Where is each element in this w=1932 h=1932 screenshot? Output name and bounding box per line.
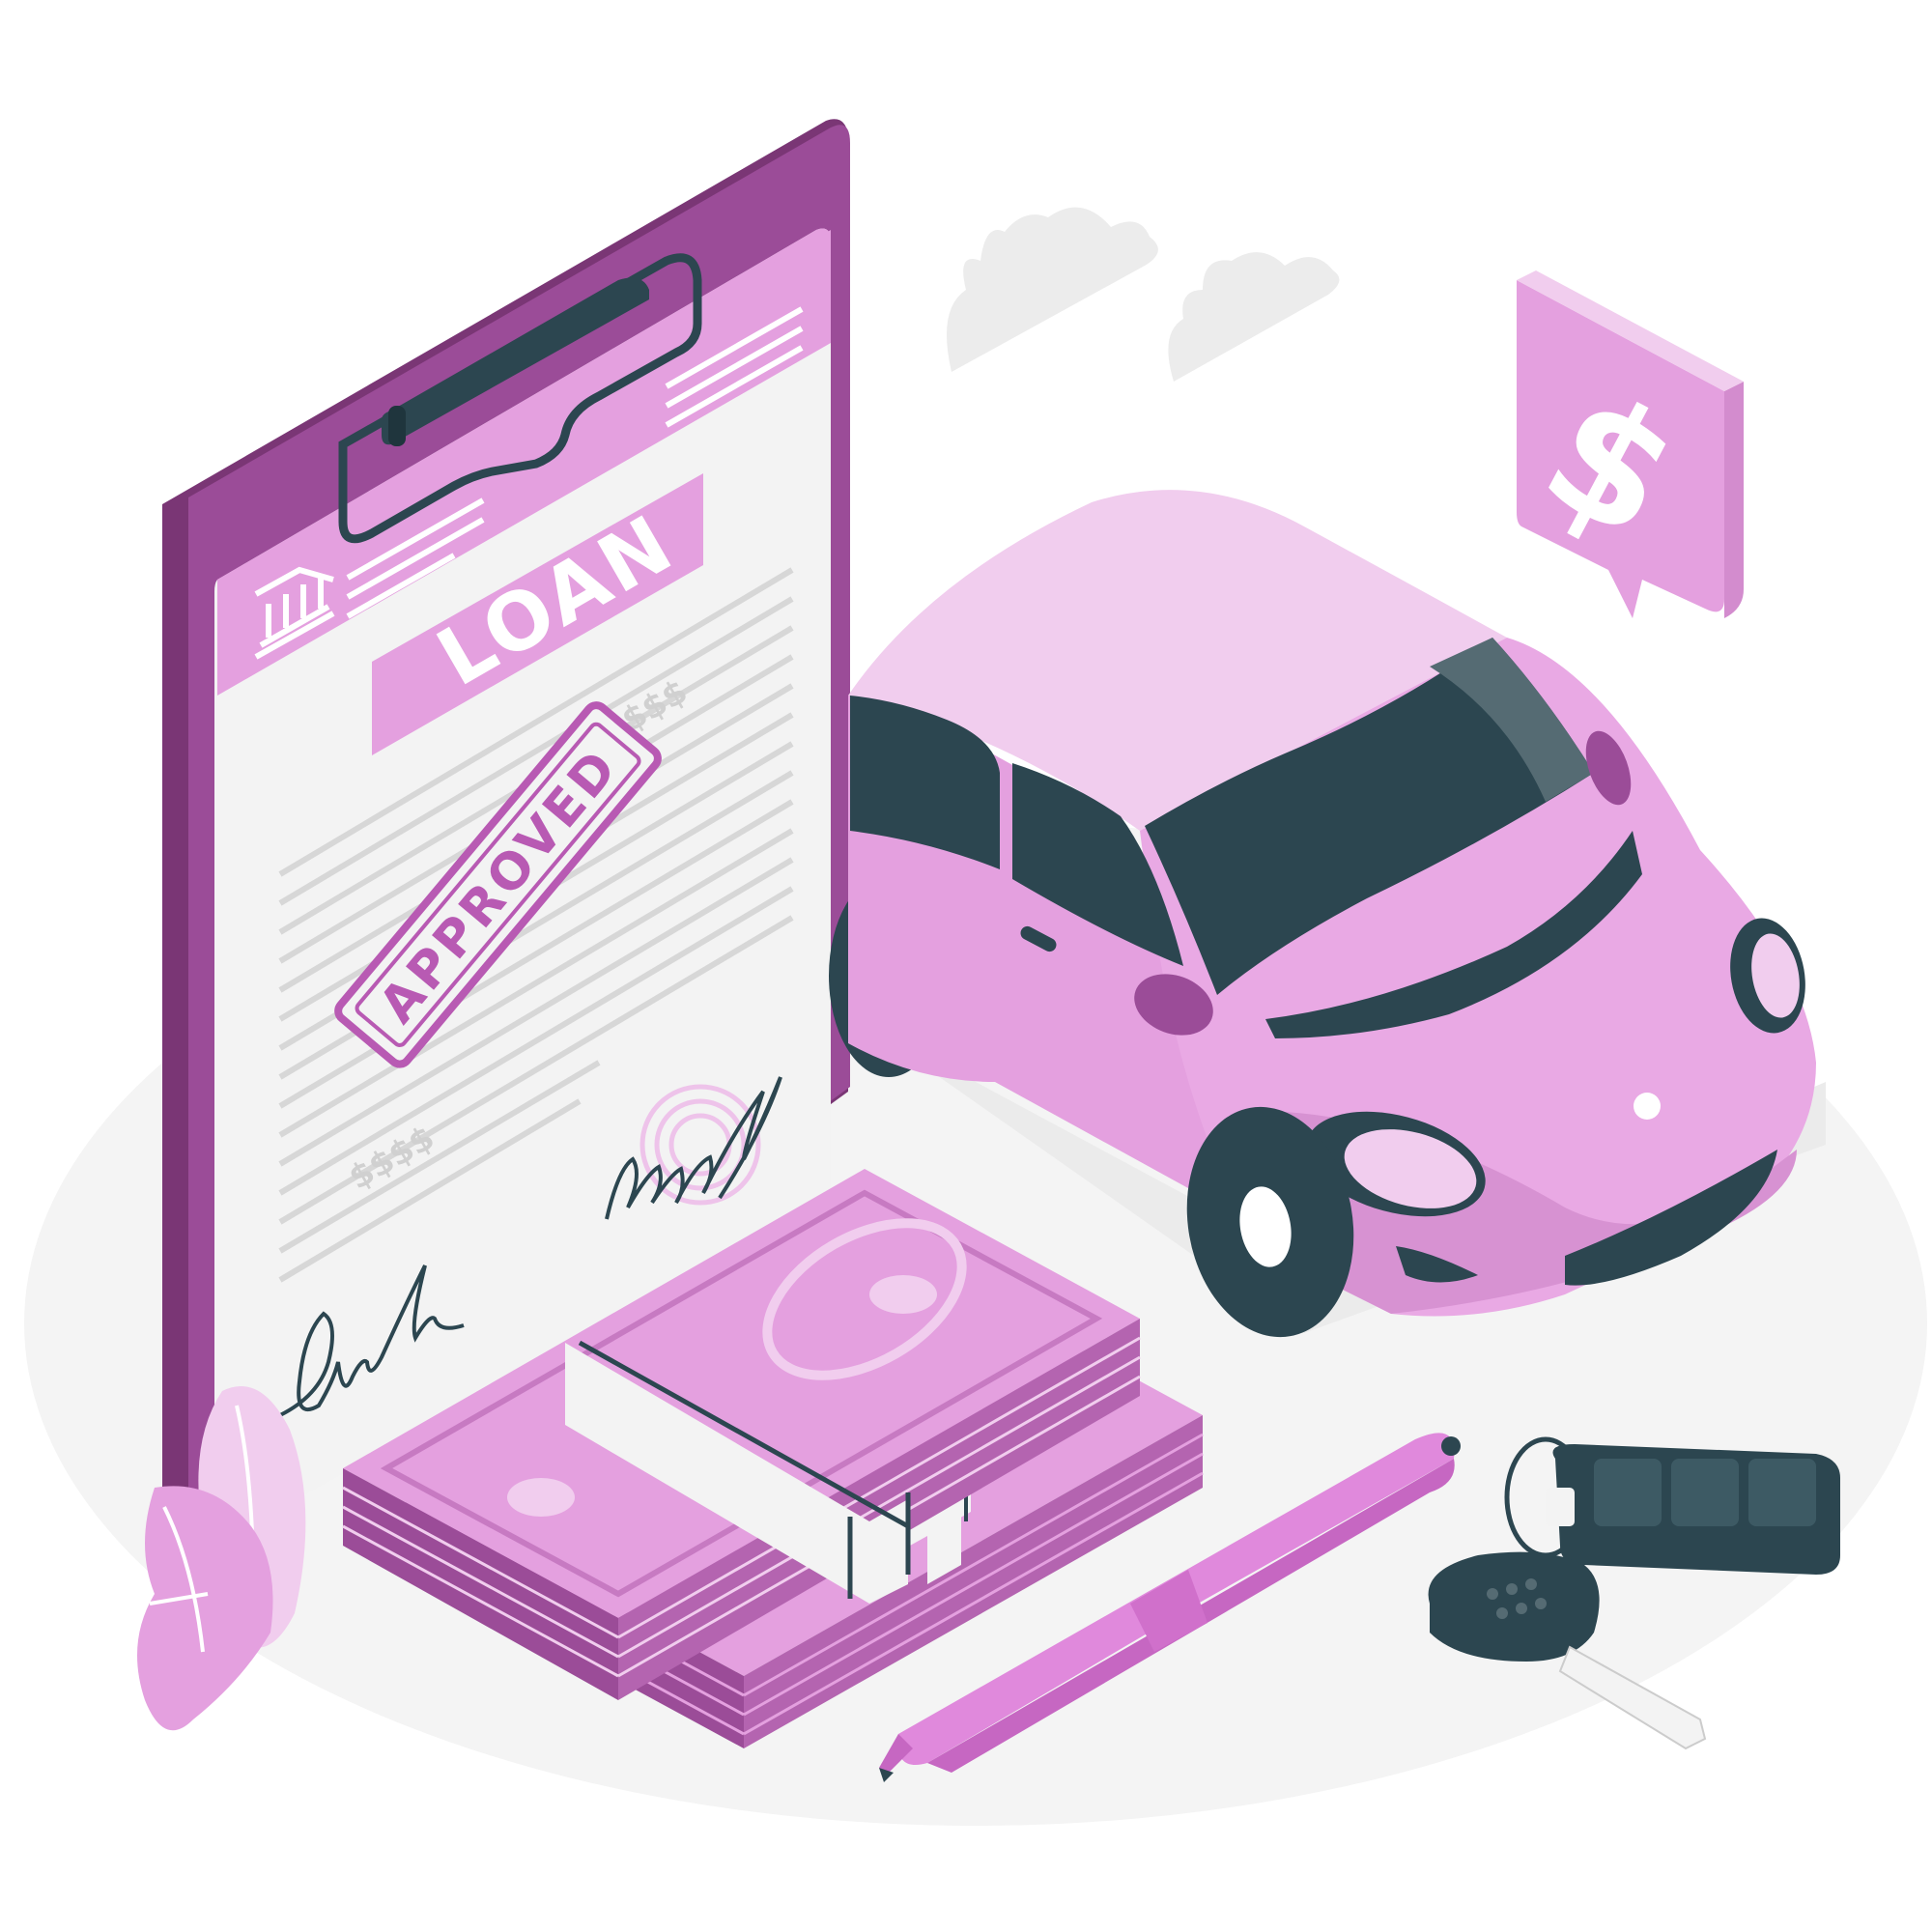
car-emblem: [1634, 1093, 1661, 1120]
cloud-left: [947, 207, 1158, 372]
price-badge: $: [1515, 270, 1744, 618]
key-head: [1428, 1551, 1600, 1662]
loan-illustration: LOAN $$$$ $$$$ APPROVED $: [24, 119, 1927, 1826]
cloud-right: [1168, 252, 1340, 382]
